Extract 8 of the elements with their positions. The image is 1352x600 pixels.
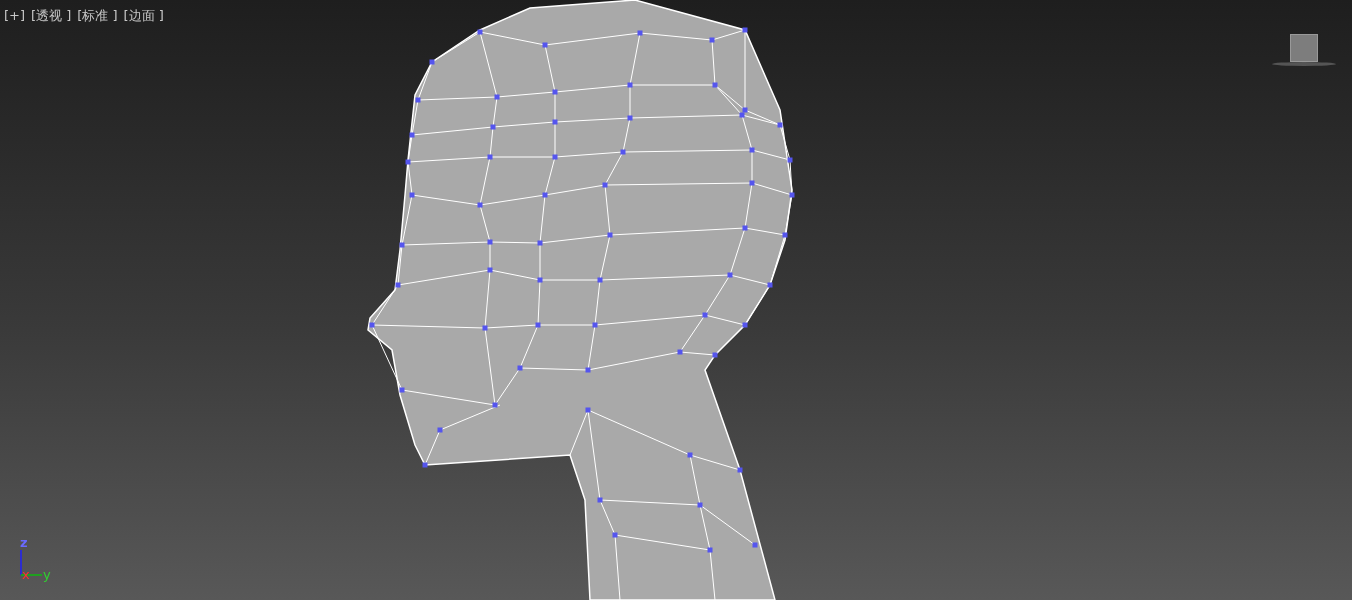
viewport[interactable]: [+] [透视 ] [标准 ] [边面 ] z x y: [0, 0, 1352, 600]
axis-label: z: [20, 536, 28, 549]
axis-label: x: [22, 568, 30, 581]
viewport-menu-label[interactable]: [+]: [4, 7, 26, 25]
axis-label: y: [43, 568, 51, 581]
viewport-menu-label[interactable]: [透视 ]: [31, 7, 72, 25]
viewport-menu-label[interactable]: [边面 ]: [123, 7, 164, 25]
viewport-menu-label[interactable]: [标准 ]: [77, 7, 118, 25]
